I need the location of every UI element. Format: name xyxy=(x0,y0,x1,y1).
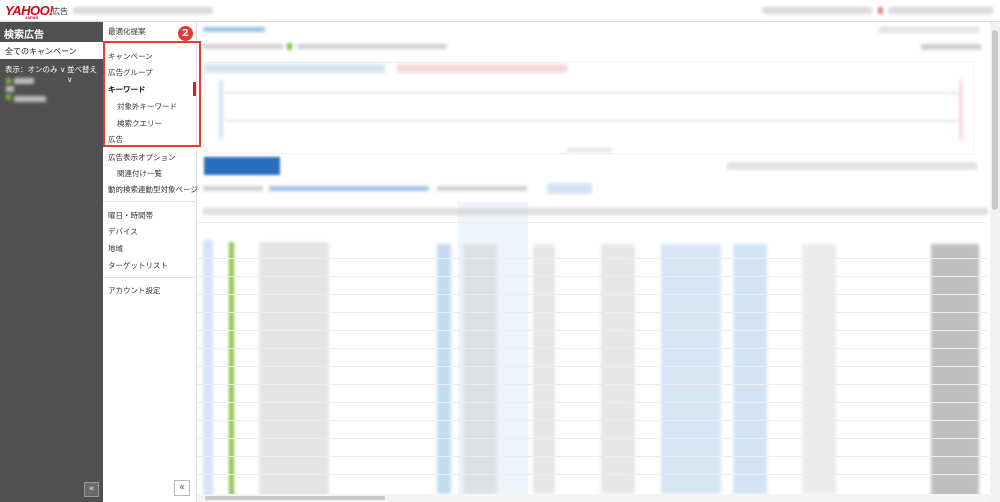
campaign-item-blurred xyxy=(6,86,14,92)
nav-item-target-list[interactable]: ターゲットリスト xyxy=(108,260,168,271)
nav-item-device[interactable]: デバイス xyxy=(108,226,138,237)
table-row xyxy=(197,258,987,259)
chart-axis-blurred xyxy=(219,80,223,140)
table-row xyxy=(197,366,987,367)
filter-blurred[interactable] xyxy=(269,186,429,191)
all-campaigns-item[interactable]: 全てのキャンペーン xyxy=(0,42,103,59)
account-info-blurred xyxy=(73,7,213,14)
product-name: 広告 xyxy=(52,7,68,16)
performance-chart xyxy=(204,62,974,154)
table-row xyxy=(197,330,987,331)
notification-dot[interactable] xyxy=(878,7,883,14)
table-row xyxy=(197,294,987,295)
nav-divider xyxy=(103,201,197,202)
horizontal-scrollbar[interactable] xyxy=(197,494,990,502)
table-row xyxy=(197,276,987,277)
filter-blurred[interactable] xyxy=(203,186,263,191)
create-button-blurred[interactable] xyxy=(204,157,280,175)
main-content xyxy=(197,22,1000,502)
logo-sub: JAPAN xyxy=(25,15,39,20)
period-selector-blurred[interactable] xyxy=(921,44,981,50)
vertical-scrollbar[interactable] xyxy=(990,22,1000,502)
toolbar-right-blurred[interactable] xyxy=(727,162,977,170)
nav-item-schedule[interactable]: 曜日・時間帯 xyxy=(108,210,153,221)
keyword-column[interactable] xyxy=(259,242,329,497)
nav-item-associations[interactable]: 関連付け一覧 xyxy=(117,168,162,179)
table-divider xyxy=(197,222,987,223)
table-row xyxy=(197,384,987,385)
table-row xyxy=(197,474,987,475)
table-row xyxy=(197,312,987,313)
tabs-blurred[interactable] xyxy=(203,44,283,49)
nav-item-dsa-pages[interactable]: 動的検索連動型対象ページ xyxy=(108,184,198,195)
status-column xyxy=(229,242,234,497)
campaign-item-blurred[interactable] xyxy=(14,96,46,102)
chart-line-blurred xyxy=(225,120,960,122)
nav-divider xyxy=(103,277,197,278)
row-checkbox-column[interactable] xyxy=(203,240,213,500)
nav-item-account-settings[interactable]: アカウント設定 xyxy=(108,285,161,296)
filter-blurred[interactable] xyxy=(437,186,527,191)
chart-line-blurred xyxy=(225,92,960,94)
top-bar: YAHOO! JAPAN 広告 xyxy=(0,0,1000,22)
nav-item-optimization[interactable]: 最適化提案 xyxy=(108,26,146,37)
step-badge: 2 xyxy=(178,26,193,41)
chart-metric1-blurred[interactable] xyxy=(205,64,385,73)
chart-metric2-blurred[interactable] xyxy=(397,64,567,73)
sidebar-title: 検索広告 xyxy=(4,30,44,41)
column-blurred xyxy=(931,244,979,499)
header-links-blurred[interactable] xyxy=(762,7,872,14)
campaign-item-blurred[interactable] xyxy=(14,78,34,84)
campaign-sidebar: 検索広告 全てのキャンペーン 表示：オンのみ ∨ 並べ替え ∨ « xyxy=(0,22,103,502)
nav-collapse-button[interactable]: « xyxy=(174,480,190,496)
campaign-status-icon xyxy=(6,94,11,100)
highlight-box xyxy=(103,41,201,147)
chart-xaxis-blurred xyxy=(567,148,612,152)
breadcrumb-blurred[interactable] xyxy=(203,27,265,32)
table-row xyxy=(197,402,987,403)
status-icon xyxy=(287,43,292,50)
table-header-blurred[interactable] xyxy=(203,208,988,215)
table-row xyxy=(197,456,987,457)
sort-dropdown[interactable]: 並べ替え ∨ xyxy=(67,64,103,84)
table-row xyxy=(197,420,987,421)
nav-item-region[interactable]: 地域 xyxy=(108,243,123,254)
tabs-blurred[interactable] xyxy=(297,44,447,49)
yahoo-logo[interactable]: YAHOO! JAPAN xyxy=(5,3,54,20)
user-menu-blurred[interactable] xyxy=(888,7,993,14)
nav-item-ad-extensions[interactable]: 広告表示オプション xyxy=(108,152,176,163)
table-row xyxy=(197,348,987,349)
filter-button-blurred[interactable] xyxy=(547,183,592,194)
sidebar-collapse-button[interactable]: « xyxy=(84,482,99,497)
campaign-status-icon xyxy=(6,78,11,84)
chart-axis-blurred xyxy=(959,80,963,140)
table-row xyxy=(197,438,987,439)
header-right-blurred xyxy=(879,27,979,33)
scrollbar-thumb[interactable] xyxy=(992,30,998,210)
scrollbar-thumb[interactable] xyxy=(205,496,385,500)
display-filter[interactable]: 表示：オンのみ ∨ xyxy=(5,64,65,75)
